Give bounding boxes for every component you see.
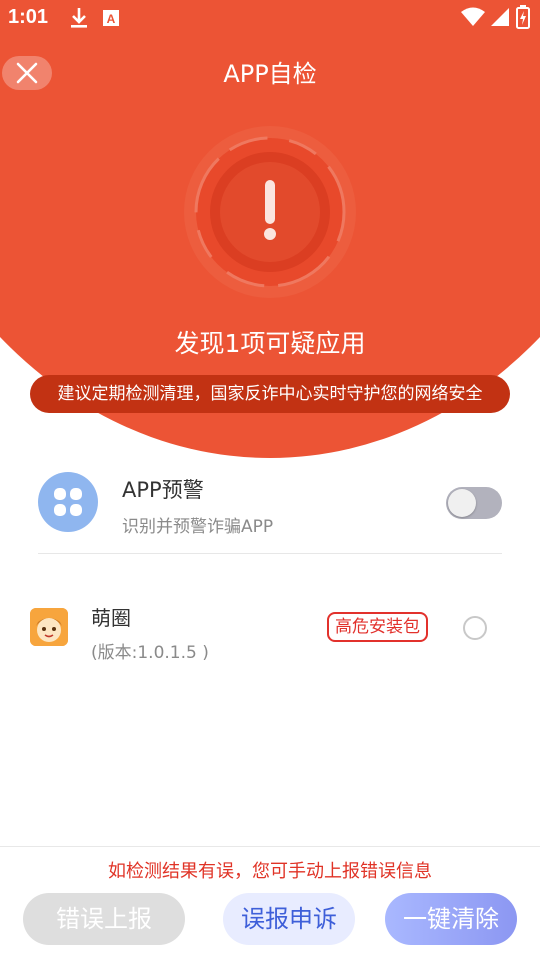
app-warning-toggle[interactable] [446, 487, 502, 519]
footer-note: 如检测结果有误，您可手动上报错误信息 [108, 861, 432, 882]
toggle-knob [448, 489, 476, 517]
status-time: 1:01 [8, 6, 49, 28]
wifi-icon [461, 7, 485, 26]
header-panel: 1:01 A APP自检 发现1项可疑应用 建议定期检测清理，国家反诈中心实时守… [0, 0, 540, 460]
app-icon [30, 608, 68, 646]
footer: 如检测结果有误，您可手动上报错误信息 错误上报 误报申诉 一键清除 [0, 846, 540, 960]
app-warning-subtitle: 识别并预警诈骗APP [122, 517, 274, 537]
exclamation-alert-icon [182, 124, 358, 300]
four-leaf-icon [38, 472, 98, 532]
risk-badge: 高危安装包 [327, 612, 428, 642]
security-tip: 建议定期检测清理，国家反诈中心实时守护您的网络安全 [30, 375, 510, 413]
one-click-clean-button[interactable]: 一键清除 [385, 893, 517, 945]
error-report-button[interactable]: 错误上报 [23, 893, 185, 945]
app-version: (版本:1.0.1.5 ) [91, 643, 209, 663]
page-title: APP自检 [223, 60, 317, 88]
list-item[interactable]: 萌圈 (版本:1.0.1.5 ) 高危安装包 [28, 596, 508, 666]
signal-icon [491, 8, 509, 26]
app-name: 萌圈 [91, 606, 131, 630]
svg-text:A: A [107, 12, 116, 26]
status-bar: 1:01 A [0, 0, 540, 36]
a-notification-icon: A [103, 10, 119, 26]
scan-headline: 发现1项可疑应用 [174, 329, 366, 358]
false-report-appeal-button[interactable]: 误报申诉 [223, 893, 355, 945]
app-warning-row: APP预警 识别并预警诈骗APP [38, 470, 502, 554]
select-radio[interactable] [463, 616, 487, 640]
app-warning-title: APP预警 [122, 478, 204, 502]
download-icon [71, 8, 87, 28]
battery-icon [516, 5, 530, 29]
